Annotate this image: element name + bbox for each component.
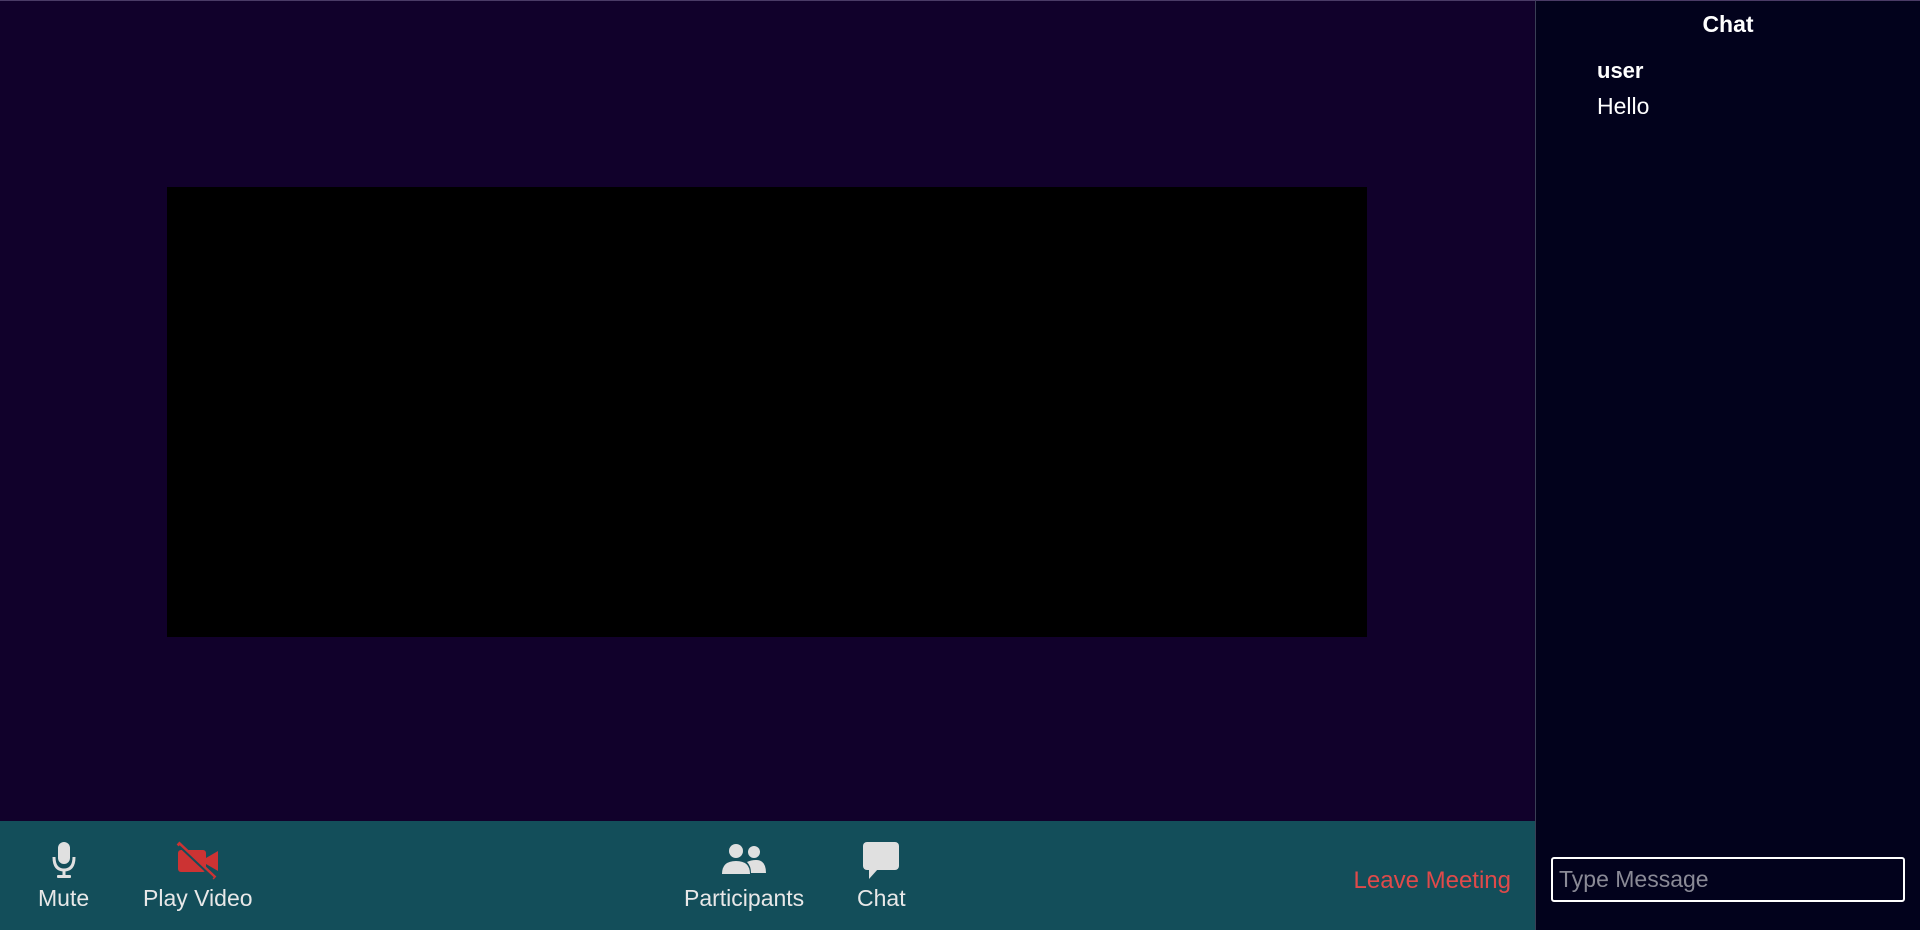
message-input[interactable] (1551, 857, 1905, 902)
mute-button[interactable]: Mute (38, 839, 89, 912)
chat-sidebar: Chat user Hello (1535, 0, 1920, 930)
video-off-icon (175, 839, 221, 881)
microphone-icon (50, 839, 78, 881)
chat-label: Chat (857, 885, 906, 911)
mute-label: Mute (38, 885, 90, 911)
chat-title: Chat (1702, 11, 1754, 37)
meeting-app: Mute Play Video Participants Chat Leave … (0, 0, 1920, 930)
video-tile (167, 187, 1367, 637)
meeting-controls-bar: Mute Play Video Participants Chat Leave … (0, 821, 1535, 930)
chat-button[interactable]: Chat (857, 839, 906, 912)
message-text: Hello (1597, 93, 1650, 119)
chat-bubble-icon (861, 839, 901, 881)
message-author: user (1597, 58, 1644, 83)
participants-icon (720, 839, 768, 881)
chat-message-list: user Hello (1597, 57, 1649, 121)
video-grid (0, 1, 1535, 821)
play-video-label: Play Video (143, 885, 253, 911)
chat-message: user Hello (1597, 57, 1649, 121)
participants-label: Participants (684, 885, 805, 911)
leave-meeting-button[interactable]: Leave Meeting (1354, 867, 1511, 895)
play-video-button[interactable]: Play Video (143, 839, 253, 912)
participants-button[interactable]: Participants (684, 839, 804, 912)
meeting-main-area: Mute Play Video Participants Chat Leave … (0, 0, 1535, 930)
